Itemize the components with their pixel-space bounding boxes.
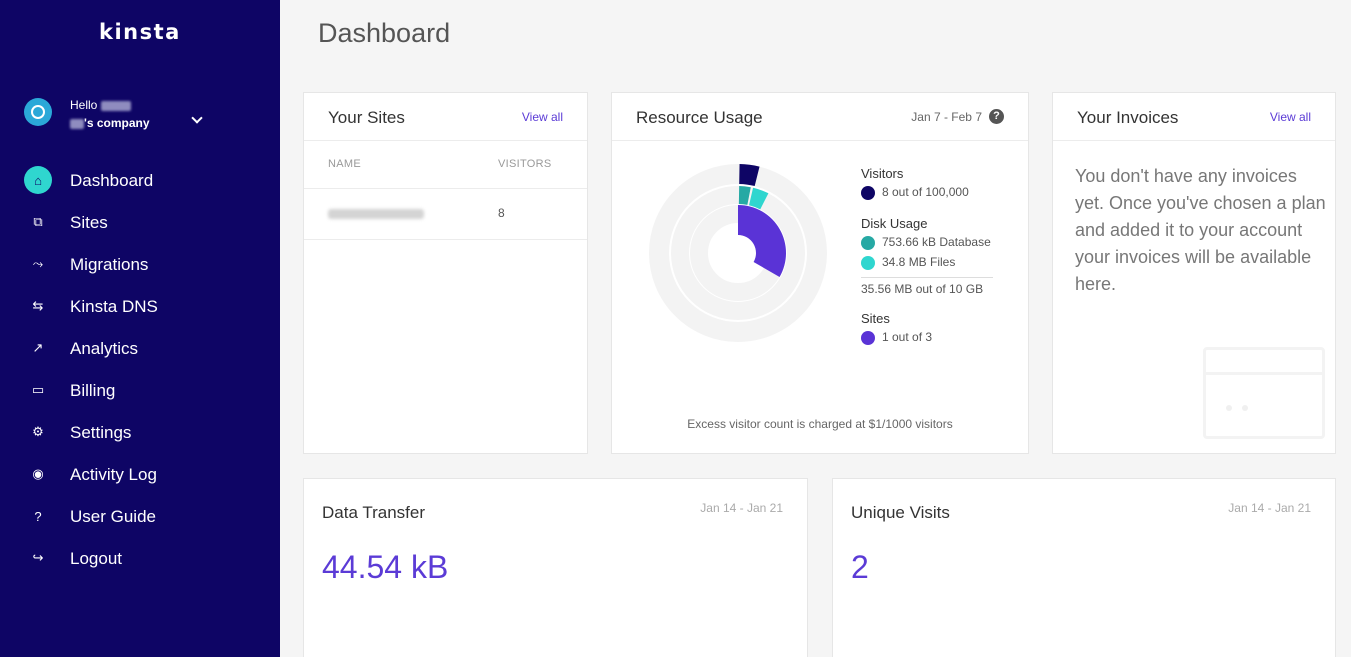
card-title: Your Sites xyxy=(328,108,405,127)
user-menu[interactable]: Hello 's company xyxy=(24,96,254,136)
kinsta-logo[interactable]: kinsta xyxy=(99,20,181,44)
database-dot xyxy=(861,235,875,250)
unique-visits-card: Unique Visits Jan 14 - Jan 21 2 xyxy=(832,478,1336,657)
legend-visitors: 8 out of 100,000 xyxy=(861,185,969,200)
invoices-view-all-link[interactable]: View all xyxy=(1270,110,1311,124)
user-greeting: Hello xyxy=(70,98,131,112)
sidebar: kinsta Hello 's company ⌂ Dashboard ⧉ Sites… xyxy=(0,0,280,657)
divider xyxy=(304,188,587,189)
date-range: Jan 14 - Jan 21 xyxy=(700,501,783,515)
sidebar-item-label: Logout xyxy=(70,549,122,568)
greeting-text: Hello xyxy=(70,98,98,112)
sidebar-item-sites[interactable]: ⧉ Sites xyxy=(0,208,280,250)
excess-visitor-note: Excess visitor count is charged at $1/10… xyxy=(687,417,953,431)
legend-database-text: 753.66 kB Database xyxy=(882,235,991,249)
sidebar-item-label: Settings xyxy=(70,423,132,442)
site-visitors-count: 8 xyxy=(498,206,505,220)
sidebar-item-user-guide[interactable]: ? User Guide xyxy=(0,502,280,544)
sidebar-item-kinsta-dns[interactable]: ⇆ Kinsta DNS xyxy=(0,292,280,334)
sidebar-item-label: Activity Log xyxy=(70,465,157,484)
resource-usage-donut xyxy=(649,164,827,342)
sidebar-item-dashboard[interactable]: ⌂ Dashboard xyxy=(0,166,280,208)
browser-window-icon xyxy=(1203,347,1325,439)
unique-visits-value: 2 xyxy=(851,549,869,585)
card-title: Your Invoices xyxy=(1077,108,1179,127)
legend-sites-text: 1 out of 3 xyxy=(882,330,933,344)
redacted-username xyxy=(100,100,131,111)
files-dot xyxy=(861,255,875,270)
sidebar-item-label: Billing xyxy=(70,381,116,400)
sites-view-all-link[interactable]: View all xyxy=(522,110,563,124)
sidebar-nav: ⌂ Dashboard ⧉ Sites ⤳ Migrations ⇆ Kinsta DNS ↗ A… xyxy=(0,166,280,586)
sites-dot xyxy=(861,330,875,345)
sidebar-item-activity-log[interactable]: ◉ Activity Log xyxy=(0,460,280,502)
page-title: Dashboard xyxy=(318,18,451,48)
legend-disk-title: Disk Usage xyxy=(861,216,928,231)
card-title: Data Transfer xyxy=(322,503,425,522)
sidebar-item-label: Migrations xyxy=(70,255,149,274)
redacted-site-name[interactable] xyxy=(328,209,424,219)
sidebar-item-logout[interactable]: ↪ Logout xyxy=(0,544,280,586)
your-sites-card: Your Sites View all NAME VISITORS 8 xyxy=(303,92,588,454)
card-title: Resource Usage xyxy=(636,108,763,127)
settings-icon: ⚙ xyxy=(32,424,44,439)
column-header-name[interactable]: NAME xyxy=(328,158,361,170)
card-header: Your Sites View all xyxy=(304,93,587,141)
billing-icon: ▭ xyxy=(31,382,45,397)
data-transfer-card: Data Transfer Jan 14 - Jan 21 44.54 kB xyxy=(303,478,808,657)
legend-sites: 1 out of 3 xyxy=(861,330,932,345)
card-title: Unique Visits xyxy=(851,503,950,522)
eye-icon: ◉ xyxy=(32,466,44,481)
sidebar-item-billing[interactable]: ▭ Billing xyxy=(0,376,280,418)
invoices-empty-message: You don't have any invoices yet. Once yo… xyxy=(1075,166,1326,294)
sidebar-item-label: User Guide xyxy=(70,507,156,526)
redacted-company xyxy=(70,118,84,129)
legend-files-text: 34.8 MB Files xyxy=(882,255,956,269)
date-range: Jan 14 - Jan 21 xyxy=(1228,501,1311,515)
your-invoices-card: Your Invoices View all You don't have an… xyxy=(1052,92,1336,454)
legend-visitors-title: Visitors xyxy=(861,166,904,181)
divider xyxy=(304,239,587,240)
sites-icon: ⧉ xyxy=(33,214,43,229)
avatar[interactable] xyxy=(24,98,52,126)
dns-icon: ⇆ xyxy=(32,298,44,313)
company-suffix: 's company xyxy=(84,116,150,130)
legend-disk-database: 753.66 kB Database xyxy=(861,235,991,250)
sidebar-item-label: Kinsta DNS xyxy=(70,297,158,316)
analytics-icon: ↗ xyxy=(32,340,44,355)
home-icon: ⌂ xyxy=(24,166,52,194)
migrations-icon: ⤳ xyxy=(32,256,44,271)
sidebar-item-migrations[interactable]: ⤳ Migrations xyxy=(0,250,280,292)
card-header: Resource Usage Jan 7 - Feb 7 ? xyxy=(612,93,1028,141)
sidebar-item-analytics[interactable]: ↗ Analytics xyxy=(0,334,280,376)
date-range: Jan 7 - Feb 7 xyxy=(911,110,982,124)
legend-disk-files: 34.8 MB Files xyxy=(861,255,955,270)
legend-sites-title: Sites xyxy=(861,311,890,326)
logout-icon: ↪ xyxy=(32,550,44,565)
legend-visitors-text: 8 out of 100,000 xyxy=(882,185,969,199)
sidebar-item-label: Dashboard xyxy=(70,171,154,190)
sidebar-item-settings[interactable]: ⚙ Settings xyxy=(0,418,280,460)
column-header-visitors[interactable]: VISITORS xyxy=(498,158,552,170)
company-name: 's company xyxy=(70,116,150,130)
data-transfer-value: 44.54 kB xyxy=(322,549,449,585)
chevron-down-icon[interactable] xyxy=(191,112,203,124)
card-header: Your Invoices View all xyxy=(1053,93,1335,141)
help-icon[interactable]: ? xyxy=(989,109,1004,124)
resource-usage-card: Resource Usage Jan 7 - Feb 7 ? Visitors … xyxy=(611,92,1029,454)
divider xyxy=(861,277,993,278)
help-circle-icon: ? xyxy=(34,508,42,524)
sidebar-item-label: Sites xyxy=(70,213,108,232)
disk-total: 35.56 MB out of 10 GB xyxy=(861,282,984,296)
visitors-dot xyxy=(861,185,875,200)
sidebar-item-label: Analytics xyxy=(70,339,139,358)
